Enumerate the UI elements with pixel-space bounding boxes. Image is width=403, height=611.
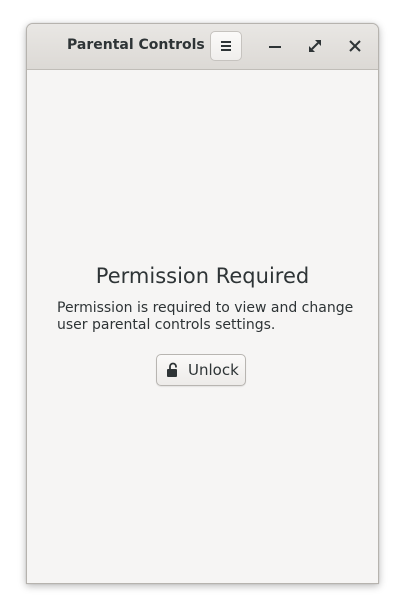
open-menu-icon (221, 41, 231, 51)
minimize-button[interactable] (262, 33, 288, 59)
permission-heading: Permission Required (95, 264, 310, 288)
permission-description: Permission is required to view and chang… (57, 300, 354, 333)
close-button[interactable] (342, 33, 368, 59)
maximize-button[interactable] (302, 33, 328, 59)
minimize-icon (269, 46, 281, 48)
unlock-label: Unlock (188, 361, 239, 379)
unlock-button[interactable]: Unlock (156, 354, 246, 386)
menu-button[interactable] (210, 31, 242, 61)
padlock-unlocked-icon (167, 362, 177, 377)
window-title: Parental Controls (67, 37, 205, 53)
permission-panel: Permission Required Permission is requir… (27, 70, 378, 583)
headerbar: Parental Controls (27, 24, 378, 70)
parental-controls-window: Parental Controls Permission Required Pe… (26, 23, 379, 584)
maximize-icon (309, 40, 321, 52)
close-icon (349, 40, 361, 52)
